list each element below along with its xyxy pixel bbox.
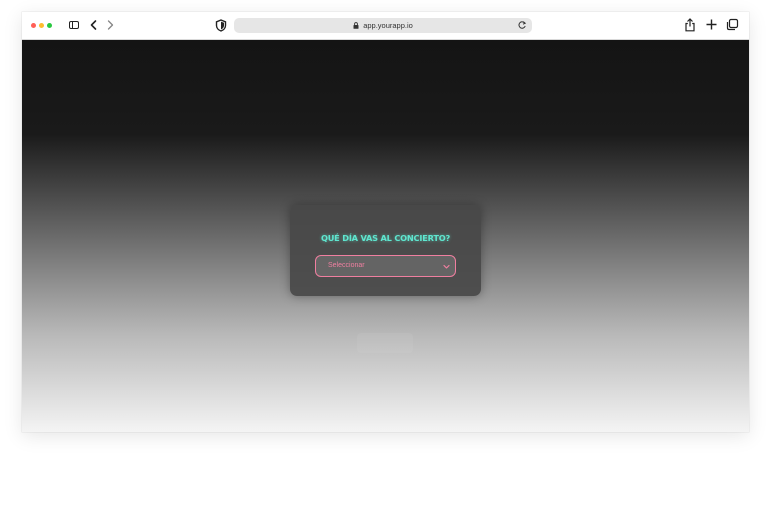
page-viewport: QUÉ DÍA VAS AL CONCIERTO? Seleccionar (22, 40, 749, 432)
chevron-right-icon[interactable] (104, 19, 116, 31)
question-heading: QUÉ DÍA VAS AL CONCIERTO? (320, 233, 451, 243)
concert-day-card: QUÉ DÍA VAS AL CONCIERTO? Seleccionar (290, 205, 481, 296)
chevron-down-icon (443, 264, 450, 269)
day-select[interactable]: Seleccionar (315, 255, 456, 277)
tabs-overview-icon[interactable] (726, 18, 739, 31)
address-bar[interactable]: app.yourapp.io (234, 18, 532, 33)
select-value: Seleccionar (328, 262, 365, 269)
minimize-window-button[interactable] (39, 23, 44, 28)
zoom-window-button[interactable] (47, 23, 52, 28)
plus-icon[interactable] (705, 18, 718, 31)
continue-button[interactable] (357, 333, 413, 353)
sidebar-icon[interactable] (69, 21, 79, 29)
lock-icon (353, 22, 359, 29)
browser-toolbar: app.yourapp.io (22, 12, 749, 40)
reload-icon[interactable] (517, 20, 527, 30)
browser-window: app.yourapp.io QUÉ DÍA VAS AL CONCIERTO?… (22, 12, 749, 432)
share-icon[interactable] (684, 18, 696, 32)
chevron-left-icon[interactable] (88, 19, 100, 31)
url-text: app.yourapp.io (363, 21, 413, 30)
shield-icon[interactable] (215, 19, 227, 32)
close-window-button[interactable] (31, 23, 36, 28)
